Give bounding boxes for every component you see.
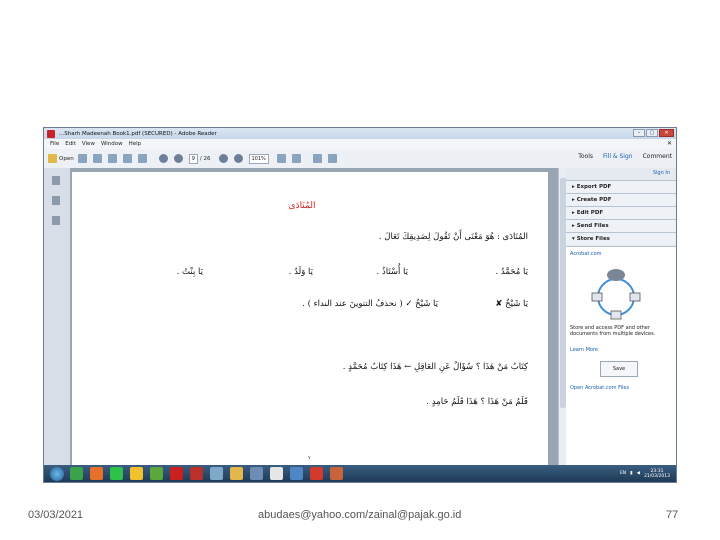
network-icon[interactable]: ▮ — [630, 471, 632, 476]
page-heading: المُنَادَى — [288, 201, 316, 211]
document-area: المُنَادَى المُنَادَى : هُوَ مَعْنَى أَن… — [70, 168, 558, 472]
firefox-icon[interactable] — [90, 467, 103, 480]
right-example: يَا شَيْخُ ✓ ( نحذفُ التنوينَ عند النداء… — [302, 299, 438, 309]
circle-app-icon[interactable] — [270, 467, 283, 480]
start-button[interactable] — [50, 466, 64, 481]
menu-window[interactable]: Window — [101, 141, 123, 147]
send-files-item[interactable]: ▸ Send Files — [566, 219, 676, 232]
volume-icon[interactable]: ◀ — [637, 471, 640, 476]
menu-edit[interactable]: Edit — [65, 141, 76, 147]
office-app-icon[interactable] — [250, 467, 263, 480]
lock-icon[interactable] — [52, 176, 60, 185]
slide-date: 03/03/2021 — [28, 509, 84, 521]
minimize-button[interactable]: – — [633, 129, 645, 137]
tools-tab[interactable]: Tools — [578, 153, 593, 160]
example-1: يَا مُحَمَّدُ . — [495, 267, 528, 277]
window-title: ...Sharh Madeenah Book1.pdf (SECURED) - … — [59, 130, 217, 137]
menu-file[interactable]: File — [50, 141, 59, 147]
adobe-taskbar-icon[interactable] — [310, 467, 323, 480]
cloud-icon[interactable] — [107, 154, 117, 163]
open-acrobat-files-link[interactable]: Open Acrobat.com Files — [570, 385, 629, 391]
pdf-page: المُنَادَى المُنَادَى : هُوَ مَعْنَى أَن… — [72, 172, 548, 472]
sign-in-link[interactable]: Sign In — [653, 170, 670, 176]
window-titlebar: ...Sharh Madeenah Book1.pdf (SECURED) - … — [44, 128, 676, 139]
zoom-select[interactable]: 101% — [248, 153, 269, 164]
toolbar: Open 9 / 26 101% Tools Fill & Sign Comme… — [44, 149, 676, 169]
menu-bar: File Edit View Window Help ✕ — [44, 139, 676, 149]
close-button[interactable]: ✕ — [659, 129, 674, 137]
edit-icon[interactable] — [92, 154, 102, 163]
comment-tab[interactable]: Comment — [643, 153, 672, 160]
slide-email: abudaes@yahoo.com/zainal@pajak.go.id — [258, 509, 462, 521]
chat-app-icon[interactable] — [70, 467, 83, 480]
store-files-panel: Acrobat.com Store and access PDF and oth… — [566, 246, 676, 465]
system-tray: EN ▮ ◀ 23:31 21/03/2013 — [586, 465, 676, 482]
adobe-reader-icon — [47, 129, 55, 138]
navigation-pane — [44, 168, 71, 465]
opera-icon[interactable] — [170, 467, 183, 480]
definition-line: المُنَادَى : هُوَ مَعْنَى أَنْ تَقُولَ ل… — [378, 232, 528, 242]
page-number-input[interactable]: 9 — [188, 153, 198, 164]
create-pdf-item[interactable]: ▸ Create PDF — [566, 193, 676, 206]
page-marker: ٧ — [308, 455, 311, 461]
maximize-button[interactable]: ▢ — [646, 129, 658, 137]
export-pdf-item[interactable]: ▸ Export PDF — [566, 180, 676, 193]
fit-page-icon[interactable] — [276, 154, 286, 163]
window-app-icon[interactable] — [210, 467, 223, 480]
fill-sign-tab[interactable]: Fill & Sign — [603, 153, 633, 160]
close-document-icon[interactable]: ✕ — [667, 140, 672, 147]
print-icon[interactable] — [122, 154, 132, 163]
acrobat-link[interactable]: Acrobat.com — [570, 251, 602, 257]
wrong-example: يَا شَيْخٌ ✘ — [495, 299, 528, 309]
screenshot-frame: ...Sharh Madeenah Book1.pdf (SECURED) - … — [43, 127, 677, 483]
heart-app-icon[interactable] — [110, 467, 123, 480]
cloud-sync-icon — [591, 269, 641, 320]
store-files-description: Store and access PDF and other documents… — [570, 325, 656, 337]
paint-app-icon[interactable] — [230, 467, 243, 480]
windows-taskbar: EN ▮ ◀ 23:31 21/03/2013 — [44, 465, 676, 482]
save-button[interactable]: Save — [600, 361, 638, 377]
powerpoint-icon[interactable] — [330, 467, 343, 480]
store-files-item[interactable]: ▾ Store Files — [566, 232, 676, 245]
example-4: يَا بِنْتُ . — [176, 267, 203, 277]
clock[interactable]: 23:31 21/03/2013 — [644, 469, 670, 479]
open-button[interactable]: Open — [48, 154, 74, 163]
media-app-icon[interactable] — [190, 467, 203, 480]
clock-date: 21/03/2013 — [644, 473, 670, 479]
zoom-in-icon[interactable] — [233, 154, 243, 163]
create-pdf-icon[interactable] — [77, 154, 87, 163]
page-down-icon[interactable] — [173, 154, 183, 163]
question-line-2: قَلَمُ مَنْ هَذَا ؟ هَذَا قَلَمُ حَامِدٍ… — [426, 397, 528, 407]
menu-view[interactable]: View — [82, 141, 95, 147]
example-3: يَا وَلَدُ . — [288, 267, 313, 277]
chrome-icon[interactable] — [130, 467, 143, 480]
attachment-icon[interactable] — [52, 216, 60, 225]
email-icon[interactable] — [137, 154, 147, 163]
learn-more-link[interactable]: Learn More — [570, 347, 598, 353]
tools-pane: Sign In ▸ Export PDF ▸ Create PDF ▸ Edit… — [566, 168, 676, 465]
pages-icon[interactable] — [52, 196, 60, 205]
rotate-icon[interactable] — [312, 154, 322, 163]
page-total: / 26 — [199, 155, 211, 162]
green-app-icon[interactable] — [150, 467, 163, 480]
page-up-icon[interactable] — [158, 154, 168, 163]
question-line-1: كِتَابُ مَنْ هَذَا ؟ سُؤَالٌ عَنِ العَاق… — [342, 362, 528, 372]
zoom-out-icon[interactable] — [218, 154, 228, 163]
explorer-app-icon[interactable] — [290, 467, 303, 480]
fullscreen-icon[interactable] — [327, 154, 337, 163]
example-2: يَا أُسْتَاذُ . — [376, 267, 409, 277]
language-indicator[interactable]: EN — [620, 471, 626, 476]
fit-width-icon[interactable] — [291, 154, 301, 163]
slide-number: 77 — [666, 509, 679, 521]
folder-icon — [48, 154, 57, 163]
edit-pdf-item[interactable]: ▸ Edit PDF — [566, 206, 676, 219]
open-label: Open — [59, 155, 74, 162]
menu-help[interactable]: Help — [129, 141, 142, 147]
